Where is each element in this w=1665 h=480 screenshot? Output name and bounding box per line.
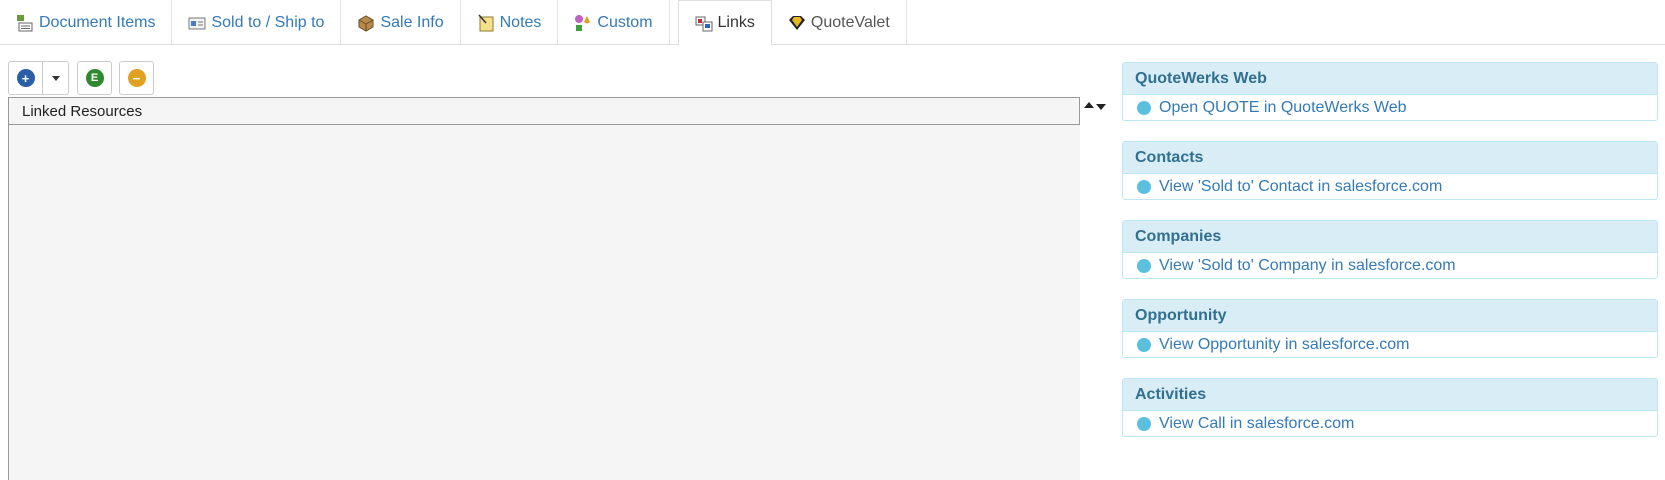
grid-toolbar: + E − (8, 61, 154, 95)
tab-document-items[interactable]: Document Items (0, 0, 173, 45)
tab-label: Custom (597, 13, 653, 31)
panel-body: View 'Sold to' Company in salesforce.com (1123, 253, 1657, 278)
tab-bar: Document Items Sold to / Ship to Sale In… (0, 0, 1665, 46)
panel-activities: Activities View Call in salesforce.com (1122, 378, 1658, 437)
add-dropdown-button[interactable] (43, 61, 69, 95)
bullet-icon (1137, 258, 1151, 273)
edit-icon: E (85, 69, 104, 87)
remove-button[interactable]: − (119, 61, 154, 95)
panel-body: View Opportunity in salesforce.com (1123, 332, 1657, 357)
bullet-icon (1137, 179, 1151, 194)
panel-contacts: Contacts View 'Sold to' Contact in sales… (1122, 141, 1658, 200)
linked-resources-grid: Linked Resources (8, 97, 1080, 480)
tab-notes[interactable]: Notes (461, 0, 559, 45)
edit-button[interactable]: E (77, 61, 112, 95)
panel-quotewerks-web: QuoteWerks Web Open QUOTE in QuoteWerks … (1122, 62, 1658, 121)
links-panels: QuoteWerks Web Open QUOTE in QuoteWerks … (1122, 62, 1658, 457)
tab-label: Sale Info (380, 13, 444, 31)
column-header-linked-resources[interactable]: Linked Resources (9, 97, 1080, 125)
panel-companies: Companies View 'Sold to' Company in sale… (1122, 220, 1658, 279)
panel-body: View Call in salesforce.com (1123, 411, 1657, 436)
tab-custom[interactable]: Custom (558, 0, 670, 45)
sort-up-icon[interactable] (1084, 102, 1094, 108)
tab-links[interactable]: Links (677, 0, 772, 46)
notepad-icon (477, 14, 495, 32)
links-icon (695, 14, 713, 32)
view-contact-link[interactable]: View 'Sold to' Contact in salesforce.com (1159, 178, 1442, 196)
shapes-icon (574, 14, 592, 32)
panel-body: Open QUOTE in QuoteWerks Web (1123, 95, 1657, 120)
tab-label: QuoteValet (810, 13, 890, 31)
tab-label: Links (717, 14, 755, 31)
package-icon (357, 14, 375, 32)
minus-icon: − (127, 69, 146, 87)
view-opportunity-link[interactable]: View Opportunity in salesforce.com (1159, 336, 1409, 354)
add-link-button[interactable]: + (8, 61, 43, 95)
sort-down-icon[interactable] (1096, 104, 1106, 110)
tab-quotevalet[interactable]: QuoteValet (772, 0, 907, 45)
panel-body: View 'Sold to' Contact in salesforce.com (1123, 174, 1657, 199)
tab-label: Notes (499, 13, 542, 31)
bullet-icon (1137, 337, 1151, 352)
panel-opportunity: Opportunity View Opportunity in salesfor… (1122, 299, 1658, 358)
chevron-down-icon (51, 75, 60, 81)
panel-title: Opportunity (1123, 300, 1657, 332)
sort-controls[interactable] (1084, 102, 1106, 110)
tab-sold-to-ship-to[interactable]: Sold to / Ship to (172, 0, 342, 45)
panel-title: Activities (1123, 379, 1657, 411)
add-button-group: + (8, 61, 69, 95)
open-quote-link[interactable]: Open QUOTE in QuoteWerks Web (1159, 99, 1407, 117)
quotevalet-icon (788, 14, 806, 32)
document-items-icon (16, 14, 34, 32)
tab-label: Sold to / Ship to (211, 13, 325, 31)
panel-title: QuoteWerks Web (1123, 63, 1657, 95)
panel-title: Contacts (1123, 142, 1657, 174)
view-call-link[interactable]: View Call in salesforce.com (1159, 415, 1354, 433)
plus-icon: + (16, 69, 35, 87)
tab-label: Document Items (39, 13, 156, 31)
bullet-icon (1137, 416, 1151, 431)
column-header-label: Linked Resources (22, 102, 143, 120)
panel-title: Companies (1123, 221, 1657, 253)
view-company-link[interactable]: View 'Sold to' Company in salesforce.com (1159, 257, 1456, 275)
bullet-icon (1137, 100, 1151, 115)
tab-sale-info[interactable]: Sale Info (341, 0, 461, 45)
address-card-icon (188, 14, 206, 32)
